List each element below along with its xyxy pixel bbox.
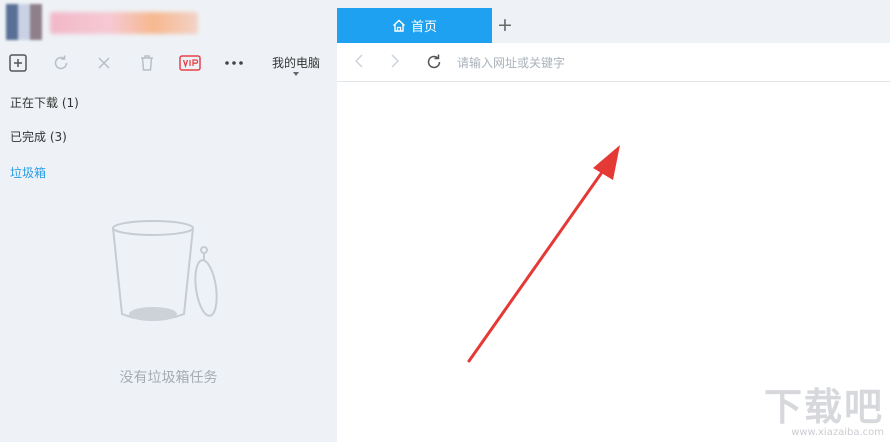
refresh-task-icon[interactable] xyxy=(49,51,73,75)
sidebar-item-downloading[interactable]: 正在下载 (1) xyxy=(10,94,79,111)
browser-tab-strip: 首页 + xyxy=(337,0,890,43)
watermark: 下载吧 www.xiazaiba.com xyxy=(763,385,884,438)
sidebar-item-completed[interactable]: 已完成 (3) xyxy=(10,128,67,145)
location-selector[interactable]: 我的电脑 xyxy=(272,54,320,71)
url-input[interactable] xyxy=(455,52,859,74)
chevron-down-icon[interactable] xyxy=(293,72,299,76)
plus-icon[interactable]: + xyxy=(497,15,513,35)
reload-icon[interactable] xyxy=(425,53,443,75)
download-manager-pane: 我的电脑 正在下载 (1) 已完成 (3) 垃圾箱 没有垃圾箱任务 xyxy=(0,0,338,442)
new-task-icon[interactable] xyxy=(6,51,30,75)
task-toolbar: 我的电脑 xyxy=(0,46,337,80)
tab-home[interactable]: 首页 xyxy=(337,8,492,43)
forward-icon[interactable] xyxy=(389,53,401,73)
back-icon[interactable] xyxy=(353,53,365,73)
trash-icon[interactable] xyxy=(135,51,159,75)
user-profile[interactable] xyxy=(6,4,206,40)
browser-content: 下载吧 www.xiazaiba.com xyxy=(337,82,890,442)
tab-label: 首页 xyxy=(410,20,437,35)
avatar[interactable] xyxy=(6,4,42,40)
trash-can-illustration xyxy=(108,218,228,332)
delete-icon[interactable] xyxy=(92,51,116,75)
empty-trash-message: 没有垃圾箱任务 xyxy=(119,370,218,386)
sidebar-item-trash[interactable]: 垃圾箱 xyxy=(10,164,46,181)
vip-icon[interactable] xyxy=(178,51,202,75)
username-blurred xyxy=(50,12,198,34)
address-bar xyxy=(337,43,890,82)
home-icon xyxy=(393,19,405,32)
more-icon[interactable] xyxy=(222,51,246,75)
